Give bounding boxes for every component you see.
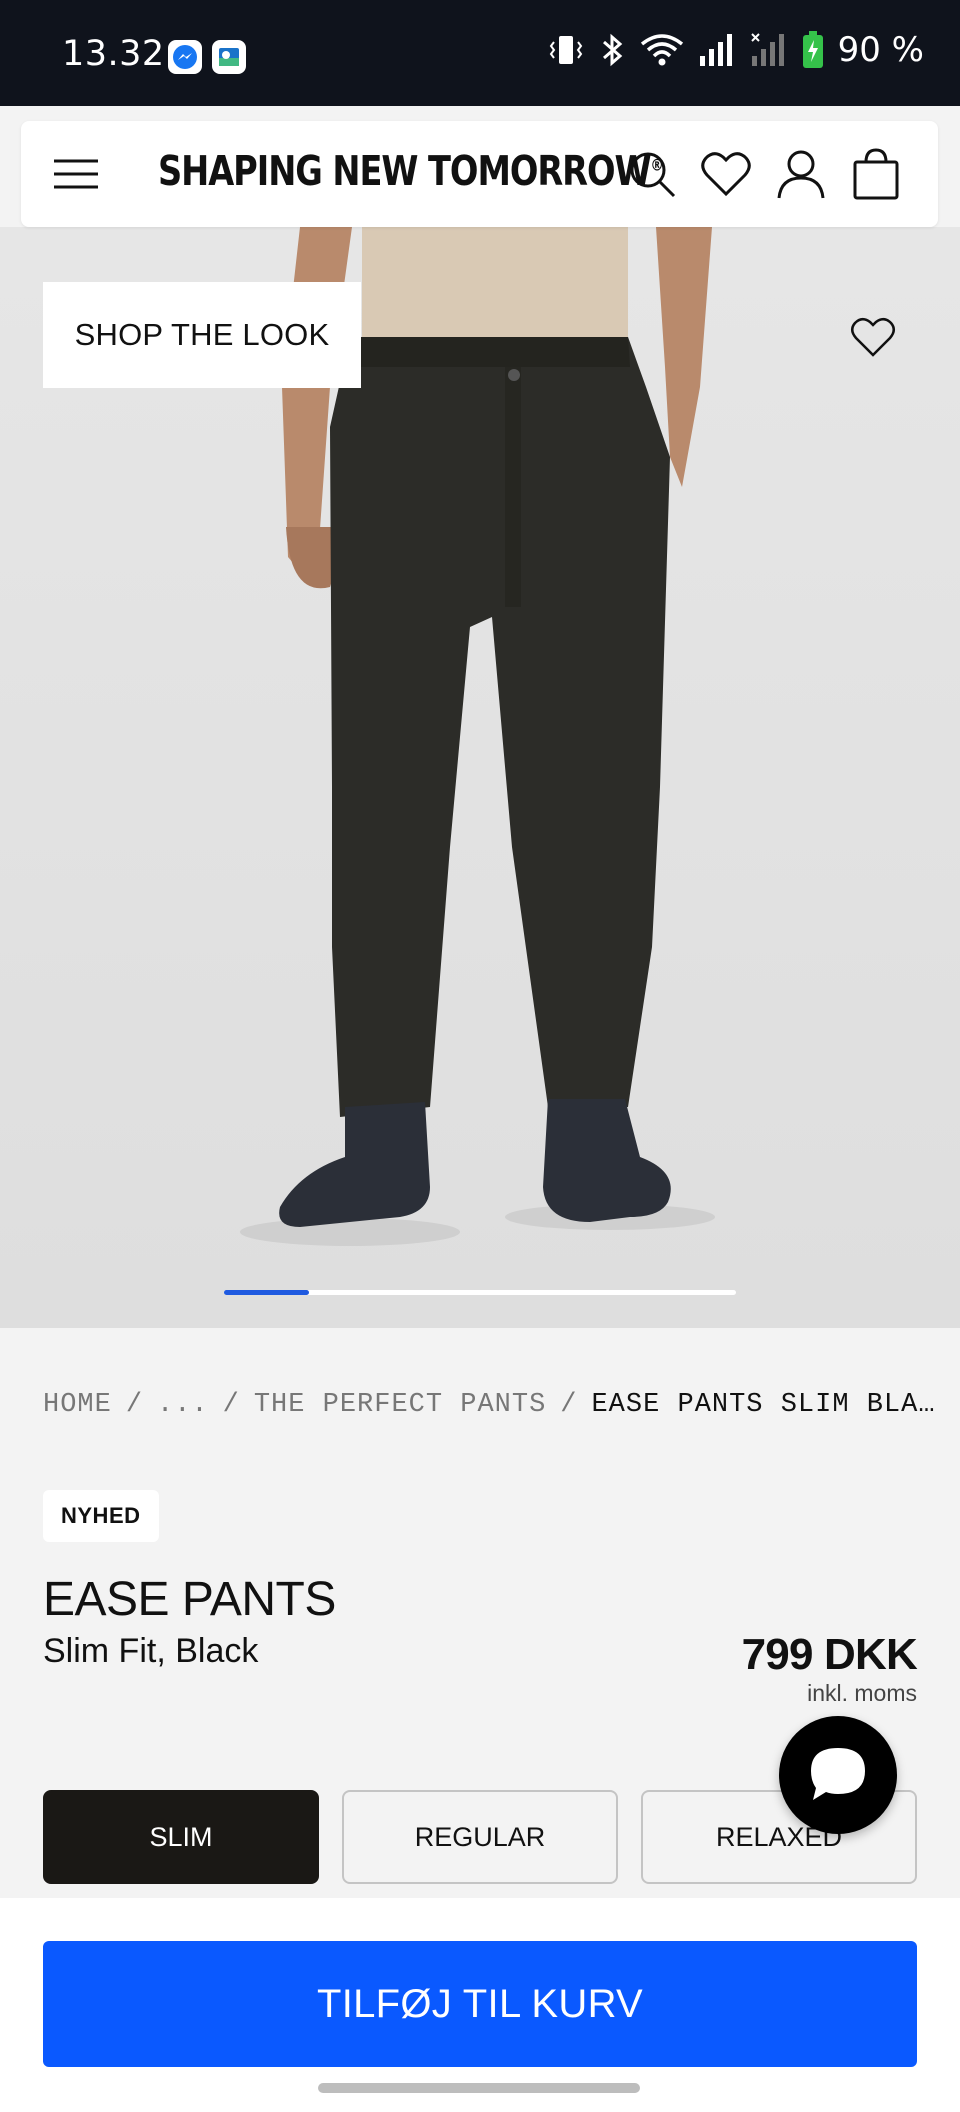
signal-no-service-icon: [750, 33, 784, 66]
add-to-cart-button[interactable]: TILFØJ TIL KURV: [43, 1941, 917, 2067]
messenger-icon: [168, 40, 202, 74]
home-indicator[interactable]: [318, 2083, 640, 2093]
fit-option-slim[interactable]: SLIM: [43, 1790, 319, 1884]
brand-name: SHAPING NEW TOMORROW: [158, 147, 652, 195]
menu-icon[interactable]: [48, 146, 104, 202]
product-variant: Slim Fit, Black: [43, 1632, 259, 1670]
carousel-progress-track: [224, 1290, 736, 1295]
wifi-icon: [640, 34, 683, 66]
breadcrumb-current: EASE PANTS SLIM BLA…: [591, 1390, 936, 1420]
bag-icon[interactable]: [848, 146, 904, 202]
status-time: 13.32: [62, 34, 165, 74]
vat-note: inkl. moms: [807, 1680, 917, 1706]
product-photo: [0, 227, 960, 1328]
shop-the-look-button[interactable]: SHOP THE LOOK: [43, 282, 361, 388]
battery-percent: 90 %: [837, 30, 924, 70]
chat-bubble-icon: [811, 1748, 865, 1800]
breadcrumb-item-the-perfect-pants[interactable]: THE PERFECT PANTS: [254, 1390, 546, 1420]
breadcrumb-separator: /: [222, 1390, 240, 1420]
product-price: 799 DKK: [741, 1630, 918, 1679]
product-image-carousel[interactable]: SHOP THE LOOK: [0, 227, 960, 1328]
fit-option-regular[interactable]: REGULAR: [342, 1790, 618, 1884]
breadcrumb-separator: /: [560, 1390, 578, 1420]
bluetooth-icon: [602, 33, 622, 67]
status-bar: 13.32 90 %: [0, 0, 960, 106]
breadcrumb-item-ellipsis[interactable]: ...: [157, 1390, 209, 1420]
outlook-icon: [212, 40, 246, 74]
product-title: EASE PANTS: [43, 1573, 336, 1626]
heart-icon[interactable]: [698, 146, 754, 202]
breadcrumb-separator: /: [125, 1390, 144, 1420]
breadcrumb-item-home[interactable]: HOME: [43, 1390, 112, 1420]
status-indicators: 90 %: [548, 30, 924, 70]
add-to-cart-bar: TILFØJ TIL KURV: [0, 1898, 960, 2112]
heart-icon[interactable]: [848, 312, 898, 362]
vibrate-icon: [549, 36, 582, 64]
signal-icon: [699, 34, 732, 66]
chat-button[interactable]: [779, 1716, 897, 1834]
breadcrumb: HOME /... / THE PERFECT PANTS / EASE PANTS SL…: [43, 1390, 936, 1420]
carousel-progress-indicator: [224, 1290, 309, 1295]
battery-charging-icon: [802, 31, 823, 68]
user-icon[interactable]: [773, 146, 829, 202]
site-header: SHAPING NEW TOMORROW®: [21, 121, 938, 227]
search-icon[interactable]: [624, 146, 680, 202]
new-badge: NYHED: [43, 1490, 159, 1542]
brand-logo[interactable]: SHAPING NEW TOMORROW®: [158, 147, 664, 195]
